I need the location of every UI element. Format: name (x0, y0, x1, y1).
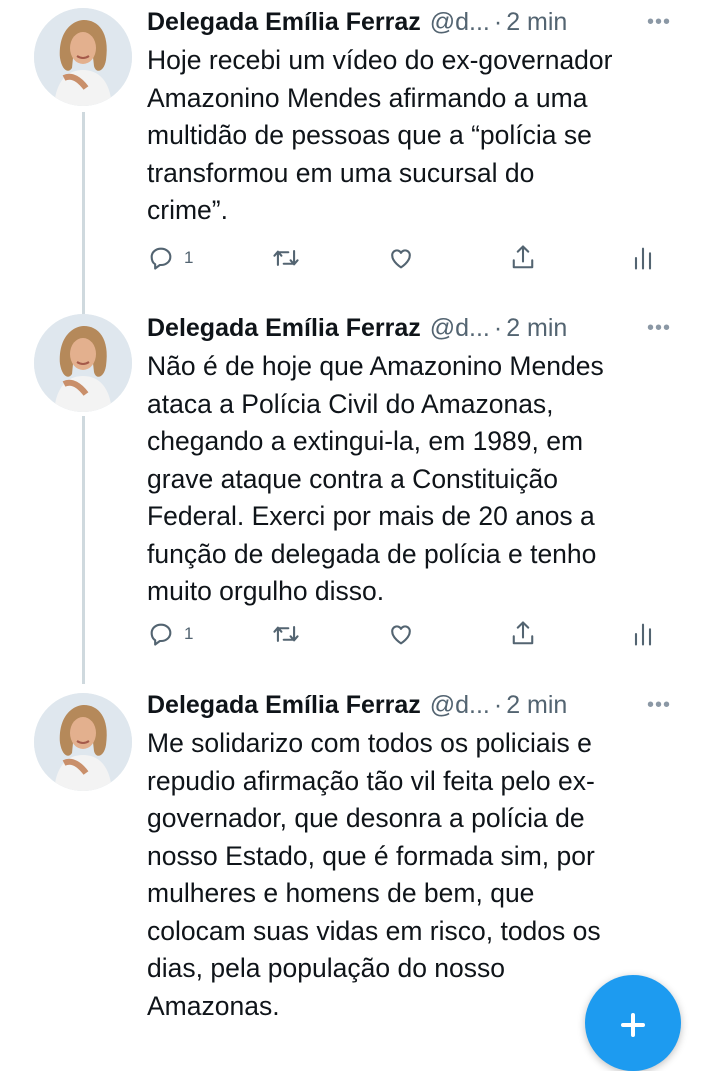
compose-button[interactable] (585, 975, 681, 1071)
like-button[interactable] (387, 240, 415, 276)
avatar-image (34, 314, 132, 412)
share-icon (512, 245, 534, 269)
tweet[interactable]: Delegada Emília Ferraz @d... · 2 min •••… (0, 0, 701, 300)
retweet-icon (273, 250, 299, 266)
retweet-button[interactable] (271, 240, 301, 276)
tweet-text: Não é de hoje que Amazonino Mendes ataca… (147, 351, 604, 606)
tweet-header: Delegada Emília Ferraz @d... · 2 min ••• (147, 4, 671, 40)
more-horizontal-icon[interactable]: ••• (647, 310, 671, 346)
reply-count: 1 (184, 248, 194, 267)
heart-icon (391, 625, 411, 645)
separator-dot: · (493, 690, 503, 719)
avatar[interactable] (34, 693, 132, 791)
tweet-actions: 1 (147, 240, 667, 276)
tweet[interactable]: Delegada Emília Ferraz @d... · 2 min •••… (0, 685, 701, 1024)
tweet[interactable]: Delegada Emília Ferraz @d... · 2 min •••… (0, 306, 701, 676)
tweet-actions: 1 (147, 616, 667, 652)
reply-button[interactable]: 1 (147, 616, 193, 652)
timestamp[interactable]: 2 min (506, 8, 567, 37)
share-icon (512, 621, 534, 645)
tweet-header: Delegada Emília Ferraz @d... · 2 min ••• (147, 310, 671, 346)
avatar[interactable] (34, 314, 132, 412)
avatar-image (34, 693, 132, 791)
reply-icon (150, 247, 172, 270)
more-horizontal-icon[interactable]: ••• (647, 4, 671, 40)
timestamp[interactable]: 2 min (506, 314, 567, 343)
like-button[interactable] (387, 616, 415, 652)
analytics-button[interactable] (631, 616, 655, 652)
author-handle[interactable]: @d... (430, 691, 490, 720)
more-horizontal-icon[interactable]: ••• (647, 687, 671, 723)
separator-dot: · (493, 7, 503, 36)
timestamp[interactable]: 2 min (506, 691, 567, 720)
reply-count: 1 (184, 624, 194, 643)
reply-icon (150, 623, 172, 646)
analytics-icon (634, 623, 652, 646)
author-name[interactable]: Delegada Emília Ferraz (147, 691, 421, 720)
author-name[interactable]: Delegada Emília Ferraz (147, 8, 421, 37)
avatar[interactable] (34, 8, 132, 106)
analytics-button[interactable] (631, 240, 655, 276)
share-button[interactable] (509, 616, 537, 652)
tweet-header: Delegada Emília Ferraz @d... · 2 min ••• (147, 687, 671, 723)
separator-dot: · (493, 313, 503, 342)
heart-icon (391, 249, 411, 269)
share-button[interactable] (509, 240, 537, 276)
tweet-text: Me solidarizo com todos os policiais e r… (147, 728, 601, 1021)
reply-button[interactable]: 1 (147, 240, 193, 276)
retweet-icon (273, 626, 299, 642)
tweet-text: Hoje recebi um vídeo do ex-governador Am… (147, 45, 613, 225)
analytics-icon (634, 247, 652, 270)
author-name[interactable]: Delegada Emília Ferraz (147, 314, 421, 343)
author-handle[interactable]: @d... (430, 314, 490, 343)
avatar-image (34, 8, 132, 106)
author-handle[interactable]: @d... (430, 8, 490, 37)
retweet-button[interactable] (271, 616, 301, 652)
compose-plus-icon (621, 1013, 645, 1037)
